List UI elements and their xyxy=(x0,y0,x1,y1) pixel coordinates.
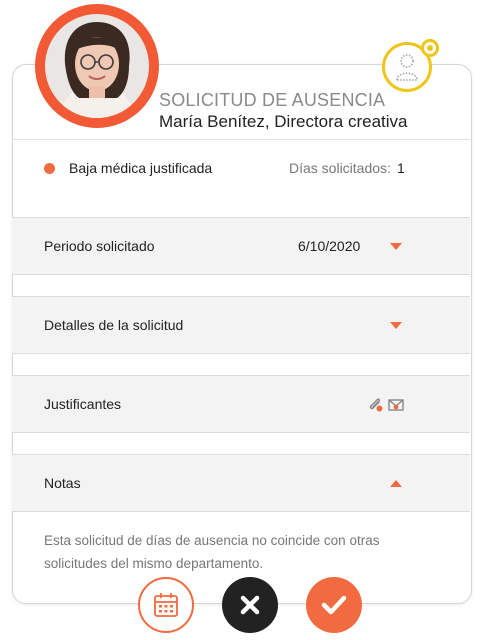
requested-date: 6/10/2020 xyxy=(298,238,361,254)
section-attachments[interactable]: Justificantes xyxy=(12,375,470,433)
calendar-icon xyxy=(154,593,178,617)
section-label: Periodo solicitado xyxy=(44,238,155,254)
header-divider xyxy=(12,139,470,140)
envelope-icon[interactable] xyxy=(388,398,405,412)
section-request-details[interactable]: Detalles de la solicitud xyxy=(12,296,470,354)
employee-name: María Benítez, Directora creativa xyxy=(159,112,408,131)
calendar-button[interactable] xyxy=(138,577,194,633)
section-requested-period[interactable]: Periodo solicitado 6/10/2020 xyxy=(12,217,470,275)
approve-button[interactable] xyxy=(306,577,362,633)
paperclip-icon[interactable] xyxy=(368,397,384,413)
days-requested-label: Días solicitados: xyxy=(289,160,391,176)
section-label: Justificantes xyxy=(44,396,122,412)
reject-button[interactable] xyxy=(222,577,278,633)
notification-dot xyxy=(421,39,439,57)
check-icon xyxy=(321,595,347,615)
person-photo-icon xyxy=(45,14,149,118)
section-label: Notas xyxy=(44,475,81,491)
chevron-down-icon[interactable] xyxy=(390,243,402,250)
absence-type: Baja médica justificada xyxy=(69,160,213,176)
section-label: Detalles de la solicitud xyxy=(44,317,184,333)
employee-avatar xyxy=(35,4,159,128)
days-requested-value: 1 xyxy=(397,160,405,176)
notes-text: Esta solicitud de días de ausencia no co… xyxy=(44,533,380,571)
status-dot xyxy=(44,163,55,174)
chevron-up-icon[interactable] xyxy=(390,480,402,487)
page-title: SOLICITUD DE AUSENCIA xyxy=(159,90,386,110)
chevron-down-icon[interactable] xyxy=(390,322,402,329)
close-icon xyxy=(240,595,260,615)
section-notes[interactable]: Notas xyxy=(12,454,470,512)
user-icon xyxy=(396,54,418,81)
